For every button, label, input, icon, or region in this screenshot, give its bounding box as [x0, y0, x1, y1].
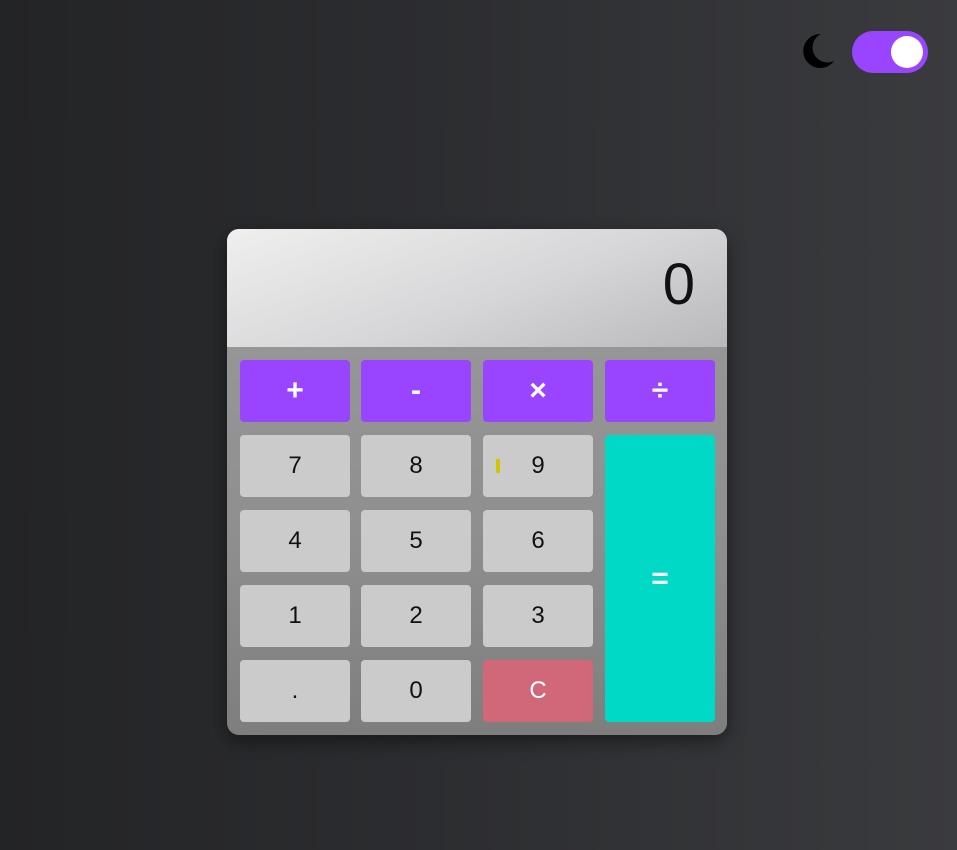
digit-2-button[interactable]: 2 [361, 585, 471, 647]
moon-icon [803, 33, 834, 68]
decimal-button[interactable]: . [240, 660, 350, 722]
divide-button[interactable]: ÷ [605, 360, 715, 422]
display-value: 0 [662, 252, 695, 317]
digit-9-button[interactable]: 9 [483, 435, 593, 497]
digit-0-button[interactable]: 0 [361, 660, 471, 722]
theme-toggle[interactable] [852, 31, 928, 73]
subtract-button[interactable]: - [361, 360, 471, 422]
text-cursor-mark [496, 459, 500, 473]
toggle-knob [891, 36, 923, 68]
calculator: 0 + - × ÷ 7 8 9 = 4 5 6 1 2 3 . 0 C [227, 229, 727, 735]
digit-5-button[interactable]: 5 [361, 510, 471, 572]
digit-3-button[interactable]: 3 [483, 585, 593, 647]
digit-1-button[interactable]: 1 [240, 585, 350, 647]
digit-7-button[interactable]: 7 [240, 435, 350, 497]
equals-button[interactable]: = [605, 435, 715, 722]
clear-button[interactable]: C [483, 660, 593, 722]
calculator-display: 0 [227, 229, 727, 347]
digit-6-button[interactable]: 6 [483, 510, 593, 572]
digit-9-label: 9 [531, 452, 545, 479]
add-button[interactable]: + [240, 360, 350, 422]
digit-8-button[interactable]: 8 [361, 435, 471, 497]
multiply-button[interactable]: × [483, 360, 593, 422]
digit-4-button[interactable]: 4 [240, 510, 350, 572]
theme-switch [797, 29, 929, 75]
